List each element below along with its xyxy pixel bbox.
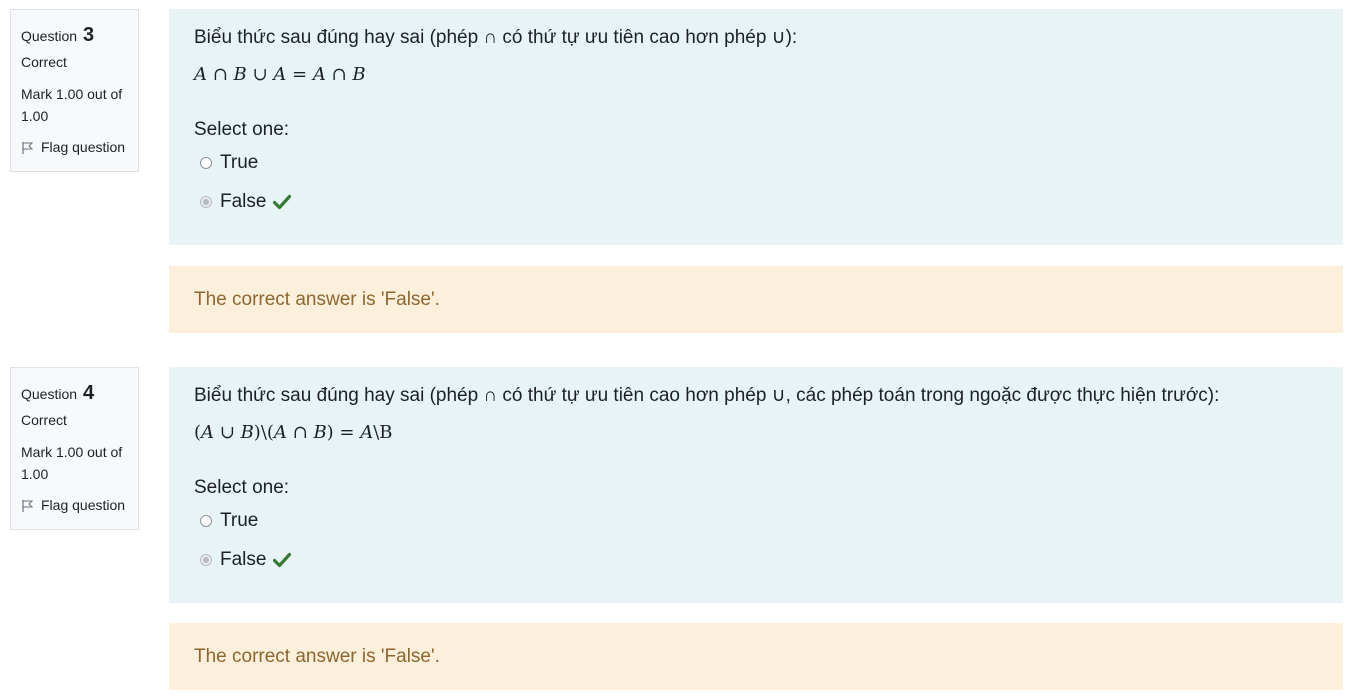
question-no: 4: [82, 382, 95, 404]
feedback-box: The correct answer is 'False'.: [169, 266, 1343, 333]
math-op: ∪: [246, 64, 274, 85]
math-var: A: [273, 64, 287, 85]
math-var: B: [240, 422, 254, 443]
select-prompt: Select one:: [194, 119, 290, 140]
radio-false[interactable]: [200, 554, 212, 566]
question-text: Biểu thức sau đúng hay sai (phép ∩ có th…: [194, 385, 1220, 406]
flag-question-link[interactable]: Flag question: [21, 495, 128, 516]
math-op: ) =: [326, 422, 361, 443]
question-state: Correct: [21, 412, 67, 428]
math-op: ∩: [207, 64, 234, 85]
question-no: 3: [82, 24, 95, 46]
math-expression: (A ∪ B)\(A ∩ B) = A\B: [194, 421, 1318, 445]
feedback-box: The correct answer is 'False'.: [169, 623, 1343, 690]
radio-true[interactable]: [200, 515, 212, 527]
flag-icon: [22, 499, 34, 512]
select-prompt: Select one:: [194, 477, 290, 498]
question-grade: Mark 1.00 out of 1.00: [21, 86, 123, 124]
math-var: A: [194, 64, 207, 85]
answer-option-true[interactable]: True: [194, 508, 1318, 534]
question-formulation: Biểu thức sau đúng hay sai (phép ∩ có th…: [169, 367, 1343, 603]
question-label: Question: [21, 28, 78, 44]
question-info: Question 3 Correct Mark 1.00 out of 1.00…: [10, 9, 139, 172]
flag-label: Flag question: [41, 497, 126, 513]
option-label: False: [220, 549, 267, 570]
radio-true[interactable]: [200, 157, 212, 169]
math-op: )\(: [253, 422, 274, 443]
flag-question-link[interactable]: Flag question: [21, 137, 128, 158]
flag-label: Flag question: [41, 139, 126, 155]
question-formulation: Biểu thức sau đúng hay sai (phép ∩ có th…: [169, 9, 1343, 245]
option-label: False: [220, 191, 267, 212]
check-icon: [273, 552, 292, 568]
answer-option-false[interactable]: False: [194, 189, 1318, 215]
question-text: Biểu thức sau đúng hay sai (phép ∩ có th…: [194, 27, 798, 48]
math-var: B: [233, 64, 247, 85]
math-expression: A ∩ B ∪ A = A ∩ B: [194, 63, 1318, 87]
math-var: A: [273, 422, 287, 443]
math-var: A: [201, 422, 215, 443]
math-op: =: [286, 64, 313, 85]
math-op: \B: [373, 422, 393, 443]
math-op: (: [194, 422, 202, 443]
question-number: Question 4: [21, 378, 128, 404]
answer-option-true[interactable]: True: [194, 150, 1318, 176]
question-label: Question: [21, 386, 78, 402]
question-info: Question 4 Correct Mark 1.00 out of 1.00…: [10, 367, 139, 530]
question-number: Question 3: [21, 20, 128, 46]
math-op: ∩: [325, 64, 353, 85]
math-op: ∪: [214, 422, 241, 443]
math-var: A: [360, 422, 374, 443]
radio-false[interactable]: [200, 196, 212, 208]
math-var: B: [352, 64, 366, 85]
option-label: True: [220, 510, 259, 531]
option-label: True: [220, 152, 259, 173]
question-state: Correct: [21, 54, 67, 70]
math-var: A: [312, 64, 326, 85]
check-icon: [273, 194, 292, 210]
answer-option-false[interactable]: False: [194, 547, 1318, 573]
question-grade: Mark 1.00 out of 1.00: [21, 444, 123, 482]
flag-icon: [22, 141, 34, 154]
math-op: ∩: [286, 422, 314, 443]
math-var: B: [313, 422, 327, 443]
